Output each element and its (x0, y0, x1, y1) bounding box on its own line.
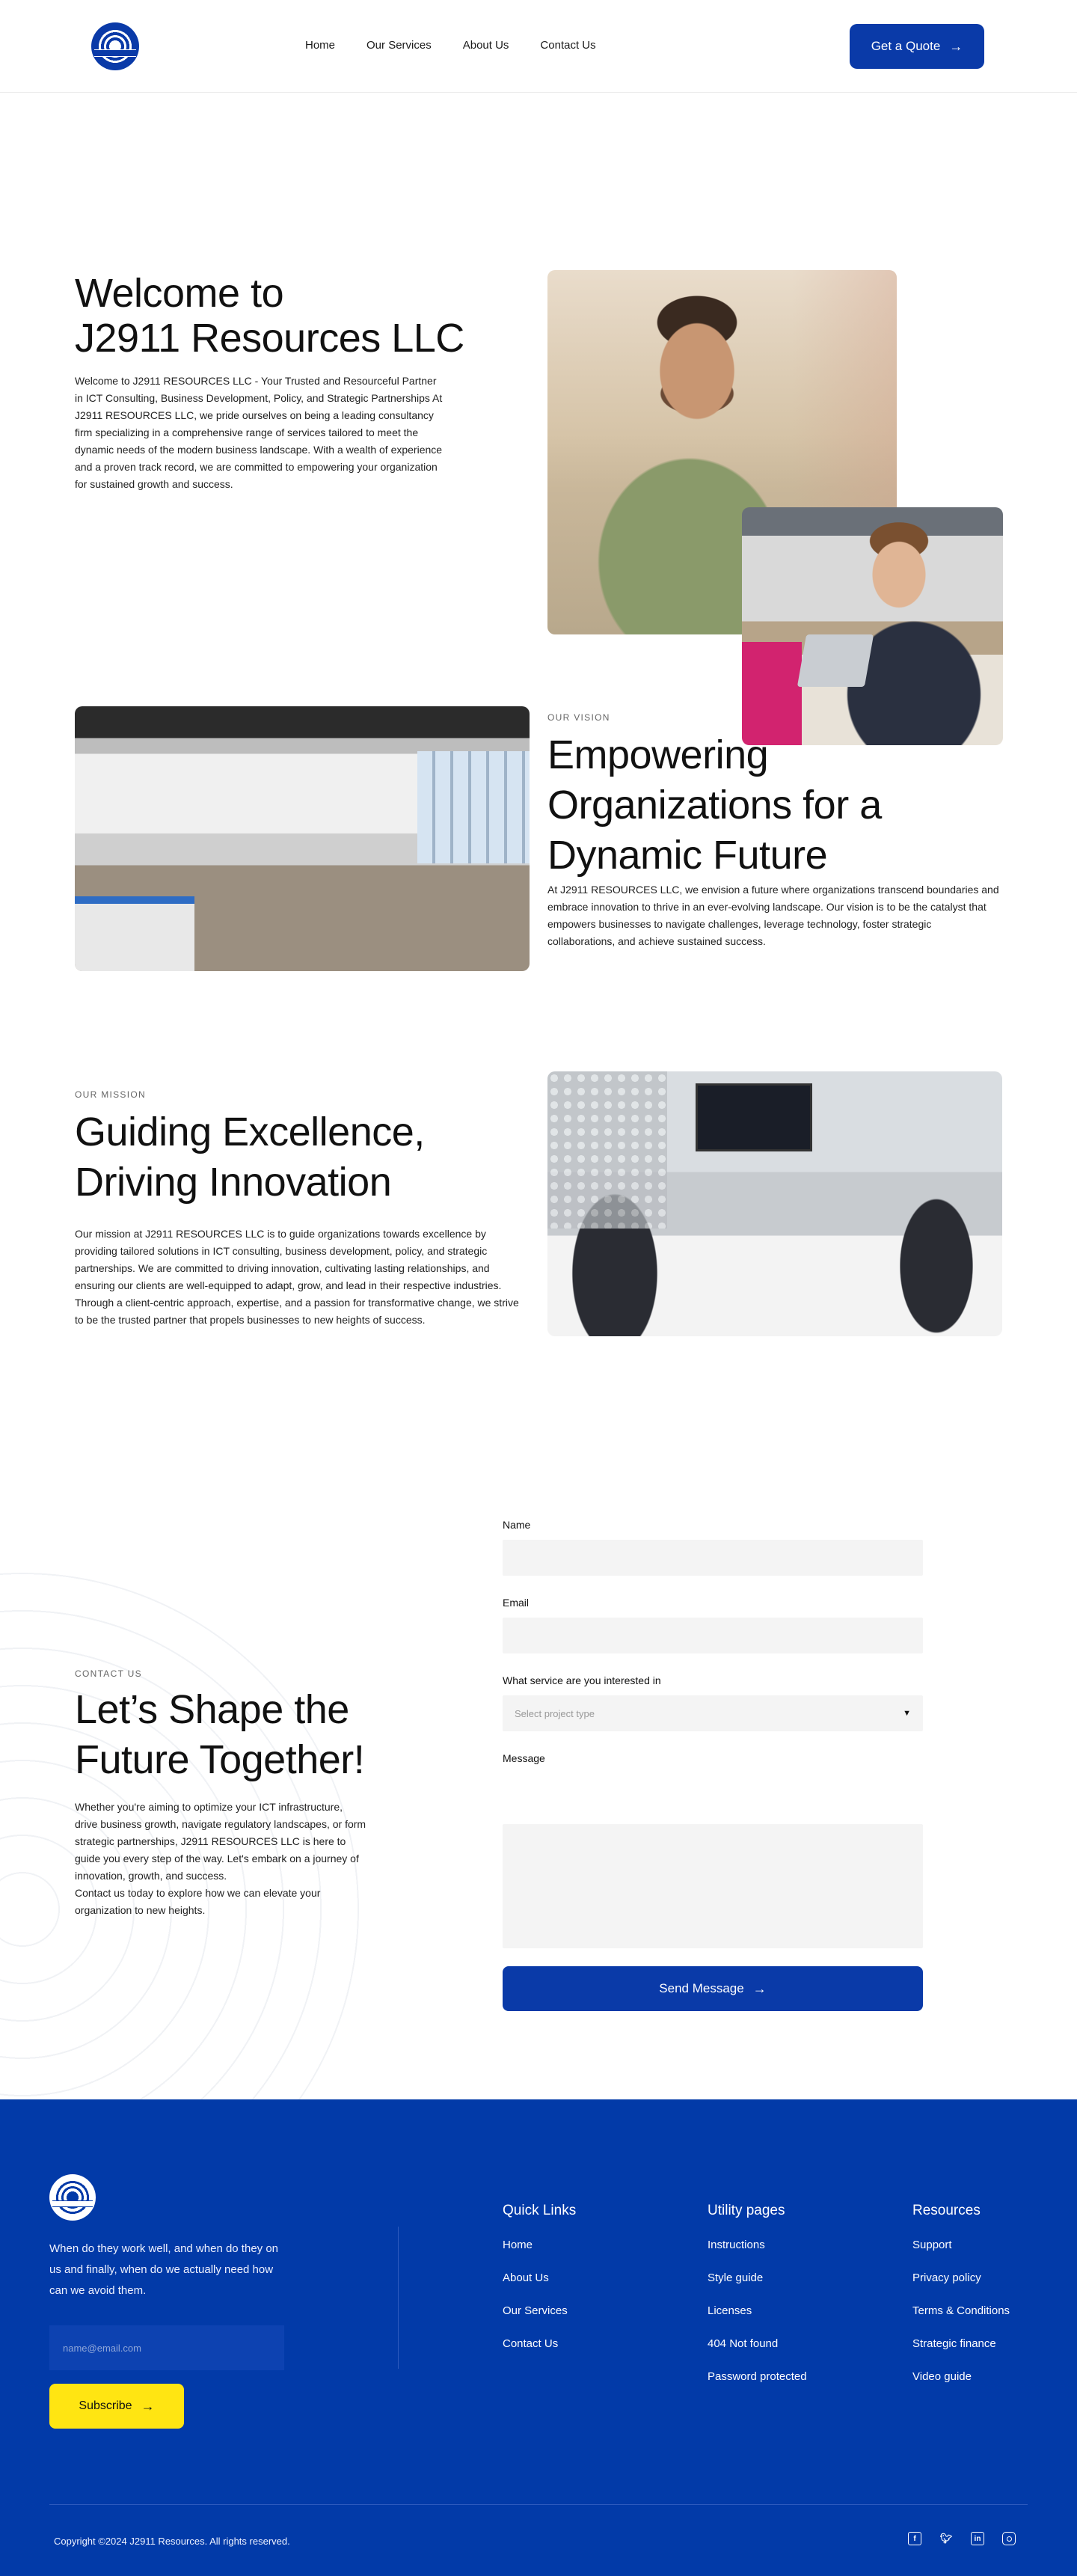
service-select[interactable]: Select project type ▼ (503, 1695, 923, 1731)
mission-section: OUR MISSION Guiding Excellence, Driving … (0, 1071, 1077, 1438)
footer-divider (398, 2227, 399, 2369)
get-quote-button[interactable]: Get a Quote → (850, 24, 984, 69)
copyright-text: Copyright ©2024 J2911 Resources. All rig… (54, 2536, 290, 2547)
service-select-placeholder: Select project type (515, 1707, 595, 1719)
mission-title: Guiding Excellence, Driving Innovation (75, 1110, 425, 1205)
footer-link-password[interactable]: Password protected (708, 2370, 807, 2387)
footer-link-strategic-finance[interactable]: Strategic finance (912, 2337, 1010, 2354)
message-textarea[interactable] (503, 1824, 923, 1948)
name-field[interactable] (503, 1540, 923, 1576)
footer-bottom-divider (49, 2504, 1028, 2505)
footer-blurb: When do they work well, and when do they… (49, 2242, 279, 2297)
footer-quick-links: Quick Links Home About Us Our Services C… (503, 2203, 576, 2370)
footer-link-about[interactable]: About Us (503, 2271, 576, 2288)
main-nav: Home Our Services About Us Contact Us (305, 39, 596, 52)
office-image (75, 706, 530, 971)
company-logo[interactable] (91, 22, 139, 70)
footer-link-404[interactable]: 404 Not found (708, 2337, 807, 2354)
chevron-down-icon: ▼ (903, 1709, 911, 1718)
hero-section: Welcome to J2911 Resources LLC Welcome t… (0, 93, 1077, 745)
subscribe-label: Subscribe (79, 2399, 132, 2412)
footer-utility-pages: Utility pages Instructions Style guide L… (708, 2203, 807, 2403)
footer-col-title: Quick Links (503, 2203, 577, 2218)
name-label: Name (503, 1519, 531, 1531)
footer-link-support[interactable]: Support (912, 2239, 1010, 2255)
send-message-button[interactable]: Send Message → (503, 1966, 923, 2011)
arrow-right-icon: → (752, 1981, 767, 1996)
send-message-label: Send Message (659, 1981, 744, 1995)
footer-col-title: Utility pages (708, 2203, 785, 2218)
contact-description: Whether you're aiming to optimize your I… (75, 1801, 366, 1916)
footer-col-title: Resources (912, 2203, 981, 2218)
arrow-right-icon: → (141, 2399, 155, 2414)
footer-link-services[interactable]: Our Services (503, 2304, 576, 2321)
contact-section: CONTACT US Let’s Shape the Future Togeth… (0, 1438, 1077, 2099)
mission-eyebrow: OUR MISSION (75, 1089, 146, 1100)
subscribe-button[interactable]: Subscribe → (49, 2384, 184, 2429)
footer-link-licenses[interactable]: Licenses (708, 2304, 807, 2321)
contact-title: Let’s Shape the Future Together! (75, 1687, 365, 1782)
vr-meeting-image (547, 1071, 1002, 1336)
footer-link-terms[interactable]: Terms & Conditions (912, 2304, 1010, 2321)
footer-link-home[interactable]: Home (503, 2239, 576, 2255)
site-header: Home Our Services About Us Contact Us Ge… (0, 0, 1077, 93)
newsletter-email-input[interactable]: name@email.com (49, 2325, 284, 2370)
nav-home-link[interactable]: Home (305, 39, 335, 52)
footer-resources: Resources Support Privacy policy Terms &… (912, 2203, 1010, 2403)
footer-link-style-guide[interactable]: Style guide (708, 2271, 807, 2288)
footer-link-contact[interactable]: Contact Us (503, 2337, 576, 2354)
footer-logo[interactable] (49, 2174, 96, 2221)
nav-about-link[interactable]: About Us (463, 39, 509, 52)
mission-description: Our mission at J2911 RESOURCES LLC is to… (75, 1228, 519, 1326)
vision-section: OUR VISION Empowering Organizations for … (0, 684, 1077, 1071)
message-label: Message (503, 1752, 545, 1764)
vision-eyebrow: OUR VISION (547, 712, 610, 723)
email-label: Email (503, 1597, 530, 1609)
vision-title: Empowering Organizations for a Dynamic F… (547, 732, 882, 878)
arrow-right-icon: → (949, 39, 963, 54)
email-field[interactable] (503, 1618, 923, 1653)
hero-title-line1: Welcome to (75, 271, 284, 316)
nav-services-link[interactable]: Our Services (366, 39, 432, 52)
service-label: What service are you interested in (503, 1674, 661, 1686)
hero-title: Welcome to J2911 Resources LLC (75, 271, 494, 361)
hero-title-line2: J2911 Resources LLC (75, 316, 464, 361)
footer-link-privacy[interactable]: Privacy policy (912, 2271, 1010, 2288)
nav-contact-link[interactable]: Contact Us (540, 39, 595, 52)
hero-description: Welcome to J2911 RESOURCES LLC - Your Tr… (75, 375, 443, 490)
get-quote-label: Get a Quote (871, 39, 941, 53)
footer-link-instructions[interactable]: Instructions (708, 2239, 807, 2255)
contact-eyebrow: CONTACT US (75, 1668, 142, 1679)
site-footer: When do they work well, and when do they… (0, 2099, 1077, 2576)
footer-link-video-guide[interactable]: Video guide (912, 2370, 1010, 2387)
vision-description: At J2911 RESOURCES LLC, we envision a fu… (547, 884, 999, 947)
